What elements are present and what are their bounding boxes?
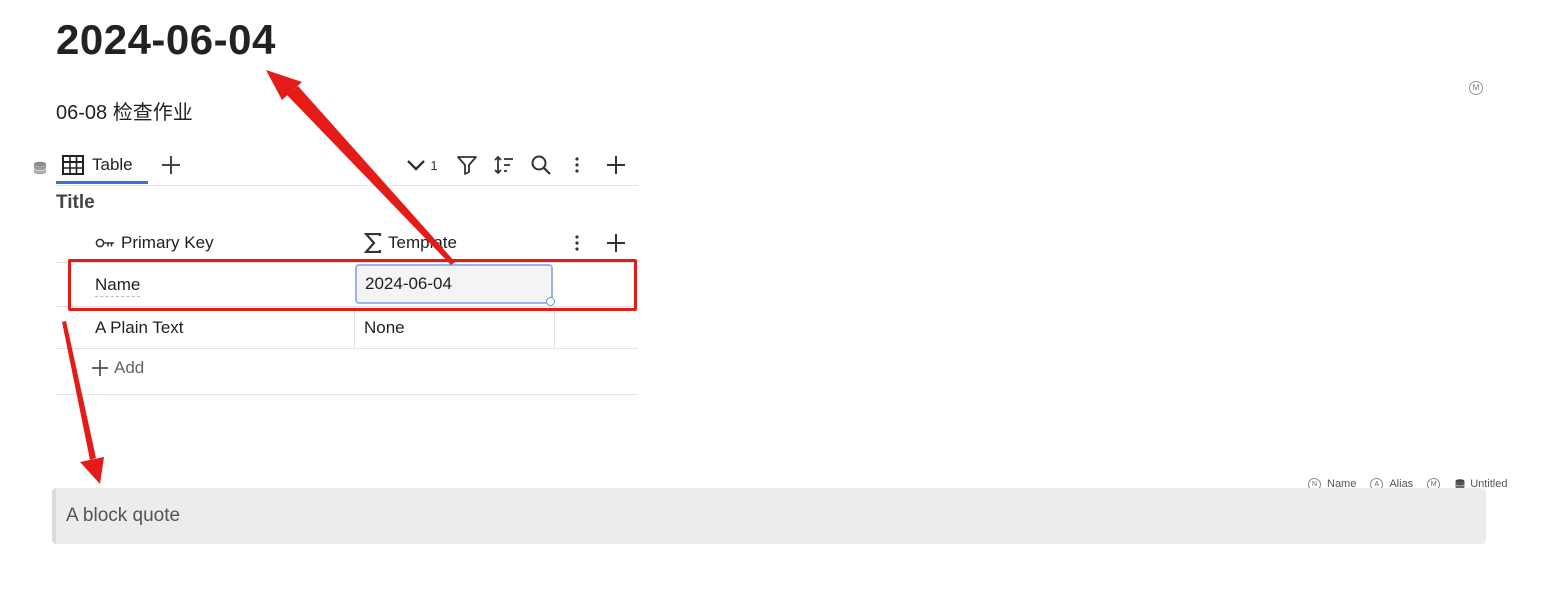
blockquote-text: A block quote — [66, 505, 181, 526]
blockquote[interactable]: A block quote — [52, 488, 1486, 544]
arrow-to-title-icon — [266, 70, 455, 265]
arrow-to-blockquote-icon — [62, 321, 104, 484]
